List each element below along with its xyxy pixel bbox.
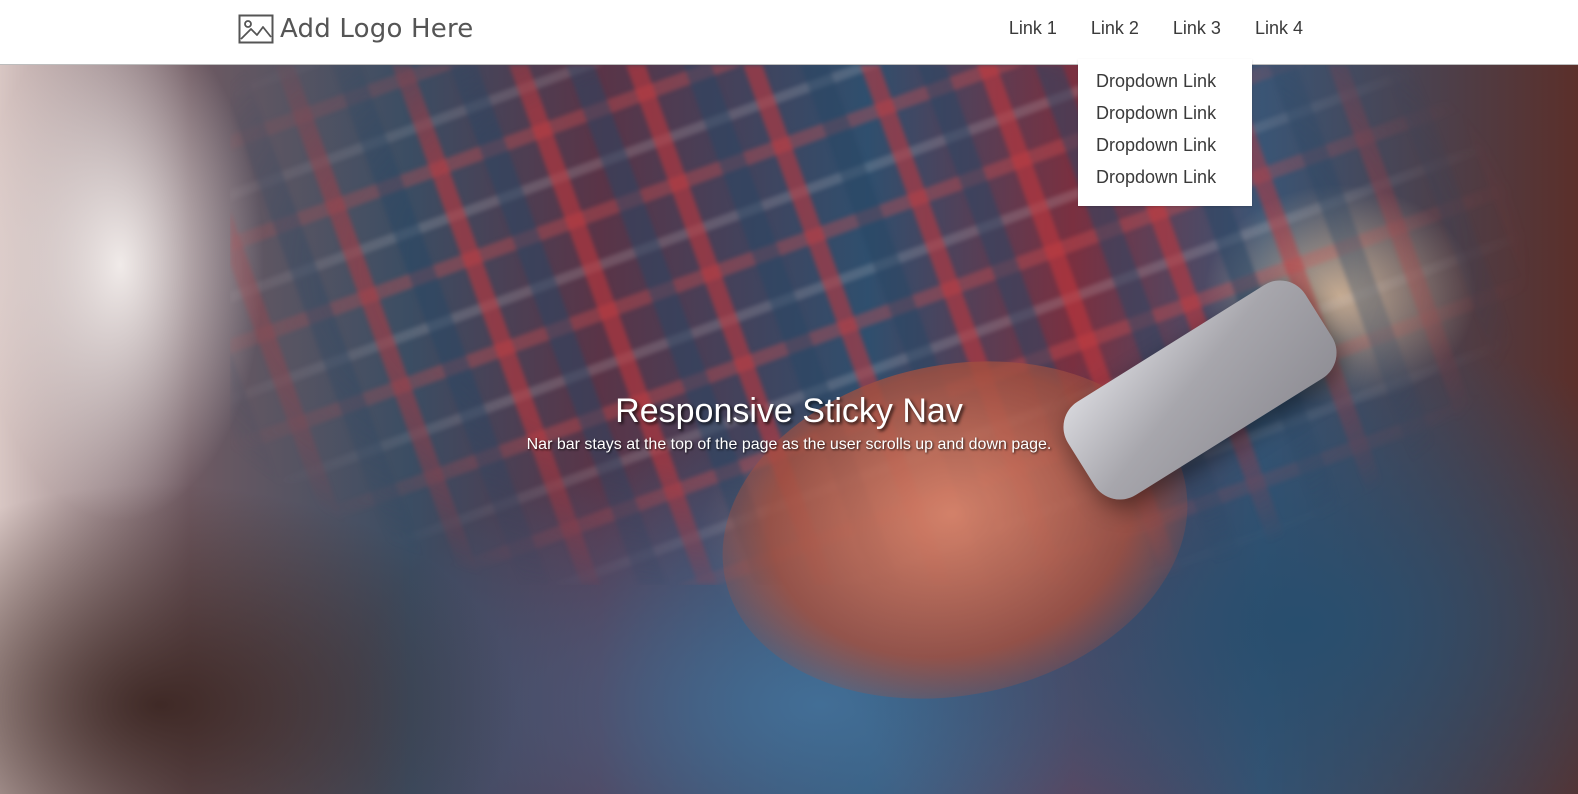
logo-link[interactable]: Add Logo Here	[238, 13, 473, 45]
sticky-navbar: Add Logo Here Link 1 Link 2 Link 3 Link …	[0, 0, 1578, 65]
hero-title: Responsive Sticky Nav	[615, 392, 963, 430]
dropdown-link[interactable]: Dropdown Link	[1078, 97, 1252, 129]
hero-caption: Responsive Sticky Nav Nar bar stays at t…	[0, 388, 1578, 456]
dropdown-link[interactable]: Dropdown Link	[1078, 65, 1252, 97]
nav-links: Link 1 Link 2 Link 3 Link 4	[992, 0, 1320, 56]
image-placeholder-icon	[238, 14, 274, 44]
hero-subtitle: Nar bar stays at the top of the page as …	[526, 436, 1052, 453]
dropdown-link[interactable]: Dropdown Link	[1078, 161, 1252, 193]
dropdown-menu: Dropdown Link Dropdown Link Dropdown Lin…	[1078, 59, 1252, 206]
nav-link-1[interactable]: Link 1	[992, 0, 1074, 56]
dropdown-link[interactable]: Dropdown Link	[1078, 129, 1252, 161]
nav-link-4[interactable]: Link 4	[1238, 0, 1320, 56]
logo-text: Add Logo Here	[280, 14, 474, 44]
nav-link-3[interactable]: Link 3	[1156, 0, 1238, 56]
nav-link-2[interactable]: Link 2	[1074, 0, 1156, 56]
